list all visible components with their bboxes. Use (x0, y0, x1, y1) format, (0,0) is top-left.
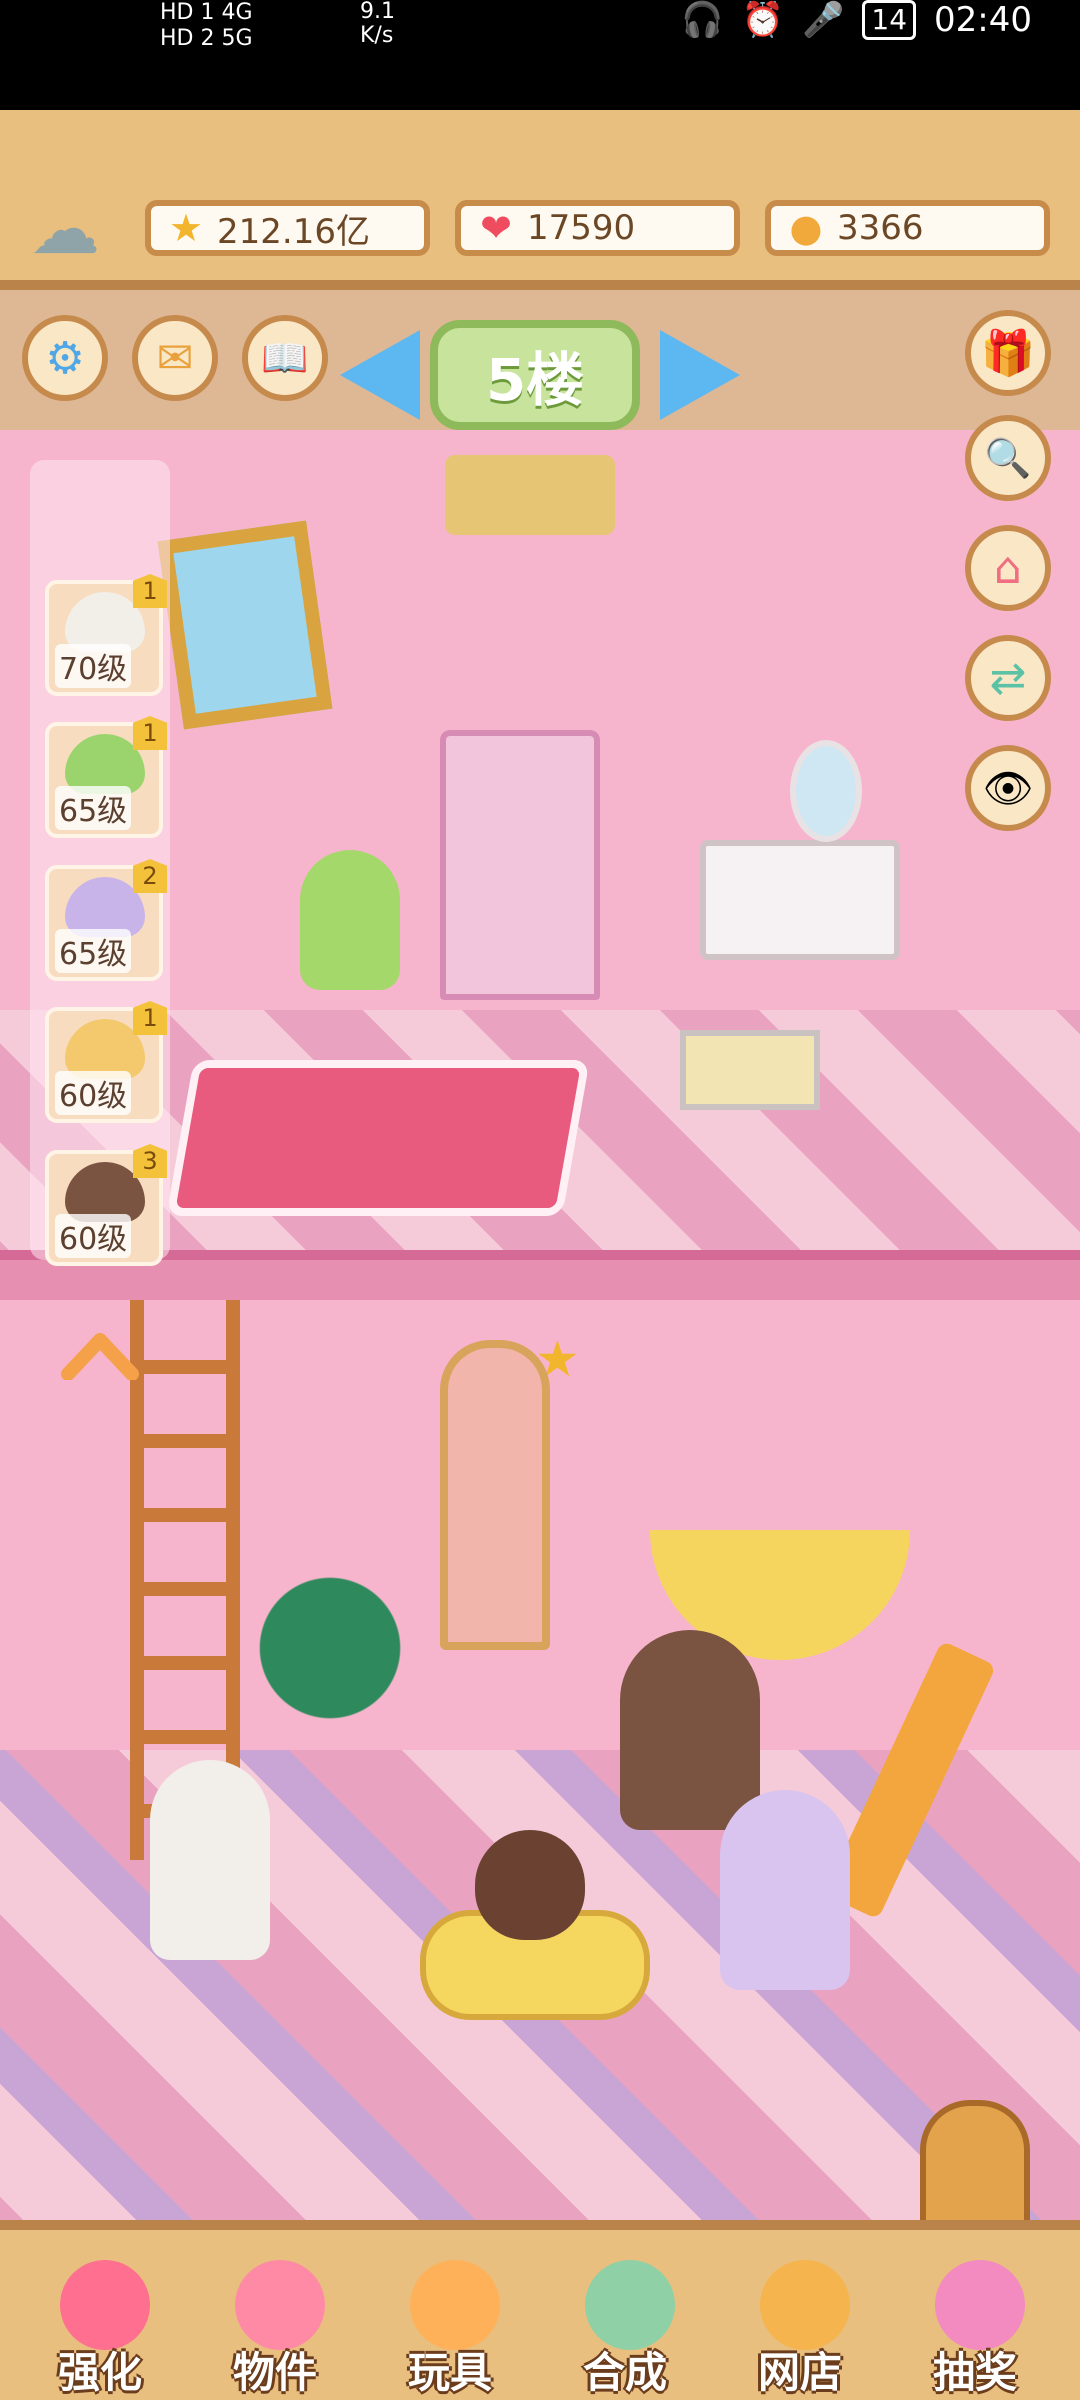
alarm-icon: ⏰ (741, 0, 785, 40)
character-card[interactable]: 65级 1 (45, 716, 167, 838)
rank-badge: 1 (133, 716, 167, 750)
piano-icon (235, 2260, 325, 2350)
eye-icon: 👁 (982, 765, 1034, 812)
mail-button[interactable]: ✉ (132, 315, 218, 401)
character-purple[interactable] (720, 1790, 850, 1990)
heart-value: 17590 (527, 208, 636, 248)
character-level: 60级 (55, 1071, 132, 1115)
heart-icon: ❤ (480, 206, 512, 250)
nav-shop-button[interactable]: 网店 (725, 2260, 875, 2400)
home-button[interactable]: ⌂ (965, 525, 1051, 611)
chocolate-pet[interactable] (475, 1830, 585, 1940)
prev-floor-arrow[interactable] (340, 330, 420, 420)
heart-counter[interactable]: ❤ 17590 (455, 200, 740, 256)
nav-label: 玩具 (407, 2348, 492, 2397)
character-white[interactable] (150, 1760, 270, 1960)
nav-lollipop-button[interactable]: 强化 (25, 2260, 175, 2400)
nav-label: 抽奖 (932, 2348, 1017, 2397)
wheel-icon (935, 2260, 1025, 2350)
network-speed: 9.1 K/s (360, 0, 395, 48)
rank-badge: 3 (133, 1144, 167, 1178)
coin-counter[interactable]: ● 3366 (765, 200, 1050, 256)
settings-button[interactable]: ⚙ (22, 315, 108, 401)
status-bar: HD 1 4G HD 2 5G 9.1 K/s 🎧 ⏰ 🎤 14 02:40 (0, 0, 1080, 110)
nav-wheel-button[interactable]: 抽奖 (900, 2260, 1050, 2400)
nav-label: 物件 (232, 2348, 317, 2397)
gift-button[interactable]: 🎁 (965, 310, 1051, 396)
potted-plant[interactable] (250, 1560, 410, 1780)
star-counter[interactable]: ★ 212.16亿 (145, 200, 430, 256)
battery-indicator: 14 (862, 0, 917, 40)
character-card[interactable]: 60级 1 (45, 1001, 167, 1123)
character-level: 60级 (55, 1214, 132, 1258)
mail-icon: ✉ (156, 332, 194, 384)
character-card[interactable]: 60级 3 (45, 1144, 167, 1266)
headphone-icon: 🎧 (681, 0, 724, 40)
lollipop-icon (60, 2260, 150, 2350)
gear-icon: ⚙ (45, 332, 85, 384)
rank-badge: 1 (133, 1001, 167, 1035)
clock: 02:40 (934, 0, 1032, 40)
game-scene[interactable]: ☁ ★ 212.16亿 ❤ 17590 ● 3366 ⚙ ✉ 📖 5楼 🎁 🔍 … (0, 110, 1080, 2400)
character-level: 65级 (55, 786, 132, 830)
toy-house-icon (410, 2260, 500, 2350)
cards-icon (585, 2260, 675, 2350)
nav-label: 网店 (757, 2348, 842, 2397)
next-floor-arrow[interactable] (660, 330, 740, 420)
weather-icon[interactable]: ☁ (30, 188, 100, 270)
rank-badge: 1 (133, 574, 167, 608)
book-icon: 📖 (261, 335, 309, 380)
coin-value: 3366 (837, 208, 924, 248)
swap-icon: ⇄ (989, 652, 1027, 704)
nav-piano-button[interactable]: 物件 (200, 2260, 350, 2400)
nav-toy-house-button[interactable]: 玩具 (375, 2260, 525, 2400)
star-icon: ★ (168, 206, 204, 250)
character-green[interactable] (300, 850, 400, 990)
character-brown[interactable] (620, 1630, 760, 1830)
status-right: 🎧 ⏰ 🎤 14 02:40 (681, 0, 1032, 40)
mic-icon: 🎤 (802, 0, 845, 40)
character-level: 70级 (55, 644, 132, 688)
nav-cards-button[interactable]: 合成 (550, 2260, 700, 2400)
wardrobe[interactable] (440, 730, 600, 1000)
swap-room-button[interactable]: ⇄ (965, 635, 1051, 721)
bottom-nav: 强化 物件 玩具 合成 网店 抽奖 (0, 2220, 1080, 2400)
vanity-mirror (790, 740, 862, 842)
character-level: 65级 (55, 929, 132, 973)
vanity-table[interactable] (700, 840, 900, 960)
gift-icon: 🎁 (980, 328, 1036, 379)
network-indicator: HD 1 4G HD 2 5G (160, 0, 253, 51)
character-card[interactable]: 70级 1 (45, 574, 167, 696)
book-button[interactable]: 📖 (242, 315, 328, 401)
rank-badge: 2 (133, 859, 167, 893)
magnifier-icon: 🔍 (984, 435, 1032, 480)
coin-icon: ● (789, 206, 823, 250)
stool[interactable] (680, 1030, 820, 1110)
character-card[interactable]: 65级 2 (45, 859, 167, 981)
star-value: 212.16亿 (217, 211, 370, 252)
floor-sign: 5楼 (430, 320, 640, 430)
nav-label: 强化 (57, 2348, 142, 2397)
bed[interactable] (166, 1060, 590, 1216)
view-button[interactable]: 👁 (965, 745, 1051, 831)
nav-label: 合成 (582, 2348, 667, 2397)
resource-bar: ☁ ★ 212.16亿 ❤ 17590 ● 3366 (0, 110, 1080, 290)
house-icon: ⌂ (994, 542, 1022, 594)
shop-icon (760, 2260, 850, 2350)
fruit-rack[interactable] (440, 1340, 550, 1650)
exit-door-button[interactable] (920, 2100, 1030, 2230)
window (157, 520, 333, 730)
scroll-up-arrow[interactable] (60, 1330, 140, 1380)
search-button[interactable]: 🔍 (965, 415, 1051, 501)
chandelier (445, 455, 615, 535)
